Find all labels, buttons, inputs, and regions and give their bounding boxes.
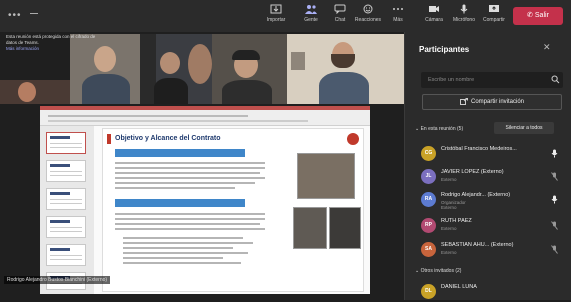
slide-logo-icon [347, 133, 359, 145]
participant-item[interactable]: SA SEBASTIAN AHU... (Externo) Externo [421, 240, 566, 260]
in-meeting-section[interactable]: ⌄ En esta reunión (5) [415, 126, 463, 132]
avatar: RP [421, 218, 436, 233]
avatar: JL [421, 169, 436, 184]
minimize-icon[interactable] [30, 13, 38, 14]
slide-title: Objetivo y Alcance del Contrato [115, 135, 221, 142]
share-icon [459, 97, 468, 105]
slide-thumbnail[interactable] [46, 132, 86, 154]
powerpoint-ribbon [40, 106, 370, 126]
camera-icon [429, 6, 439, 12]
search-icon [551, 75, 560, 84]
slide-thumbnail[interactable] [46, 216, 86, 238]
video-tile-participant-3[interactable] [140, 34, 212, 104]
close-icon[interactable]: ✕ [543, 42, 551, 53]
video-tile-participant-1[interactable] [0, 80, 70, 104]
powerpoint-window: Objetivo y Alcance del Contrato [40, 106, 370, 294]
current-slide: Objetivo y Alcance del Contrato [102, 128, 364, 292]
share-screen-icon [489, 5, 499, 12]
microphone-icon [551, 149, 558, 158]
video-tile-participant-5[interactable] [287, 34, 404, 104]
slide-thumbnail[interactable] [46, 244, 86, 266]
other-invitees-section[interactable]: ⌄ Otros invitados (2) [415, 268, 461, 274]
participant-item[interactable]: CG Cristóbal Francisco Medeiros... [421, 144, 566, 164]
avatar: RA [421, 192, 436, 207]
camera-button[interactable]: Cámara [420, 4, 448, 23]
chat-button[interactable]: Chat [326, 4, 354, 23]
more-info-link[interactable]: Más información [6, 46, 106, 52]
slide-thumbnail[interactable] [46, 188, 86, 210]
people-icon [305, 5, 317, 14]
site-photo [297, 153, 355, 199]
phone-hangup-icon: ✆ [527, 12, 535, 19]
microphone-muted-icon [551, 245, 558, 254]
microphone-muted-icon [551, 221, 558, 230]
microphone-button[interactable]: Micrófono [450, 4, 478, 23]
participant-item[interactable]: DL DANIEL LUNA [421, 282, 566, 302]
participants-panel: Participantes ✕ Escribe un nombre Compar… [404, 32, 571, 300]
chat-icon [334, 4, 346, 14]
microphone-icon [551, 195, 558, 204]
share-screen-button[interactable]: Compartir [480, 4, 508, 23]
slide-thumbnail[interactable] [46, 160, 86, 182]
reactions-button[interactable]: Reacciones [354, 4, 382, 23]
encryption-notice: Esta reunión está protegida con el cifra… [6, 34, 106, 52]
microphone-icon [460, 4, 468, 14]
participant-item[interactable]: RP RUTH PAEZ Externo [421, 216, 566, 236]
leave-button[interactable]: ✆ Salir [513, 7, 563, 25]
avatar: CG [421, 146, 436, 161]
share-invite-button[interactable]: Compartir invitación [422, 94, 562, 110]
import-icon [270, 4, 282, 14]
section-banner [115, 199, 245, 207]
participant-item[interactable]: JL JAVIER LOPEZ (Externo) Externo [421, 167, 566, 187]
import-button[interactable]: Importar [262, 4, 290, 23]
presenter-name-label: Rodrigo Alejandro Bustos Bianchini (Exte… [4, 276, 111, 284]
more-options-icon[interactable]: ••• [8, 10, 22, 21]
people-button[interactable]: Gente [297, 4, 325, 23]
video-tile-participant-4[interactable] [212, 34, 287, 104]
slide-thumbnails [40, 126, 94, 294]
microphone-muted-icon [551, 172, 558, 181]
avatar: SA [421, 242, 436, 257]
meeting-toolbar: ••• Importar Gente Chat Reacciones Más C… [0, 0, 571, 32]
site-photo [329, 207, 361, 249]
more-button[interactable]: Más [384, 4, 412, 23]
avatar: DL [421, 284, 436, 299]
participant-item[interactable]: RA Rodrigo Alejandr... (Externo) Organiz… [421, 190, 566, 214]
site-photo [293, 207, 327, 249]
mute-all-button[interactable]: Silenciar a todos [494, 122, 554, 134]
section-banner [115, 149, 245, 157]
panel-title: Participantes [419, 45, 470, 54]
more-icon [393, 8, 403, 10]
reactions-icon [363, 4, 373, 14]
participant-search-input[interactable]: Escribe un nombre [421, 72, 563, 88]
